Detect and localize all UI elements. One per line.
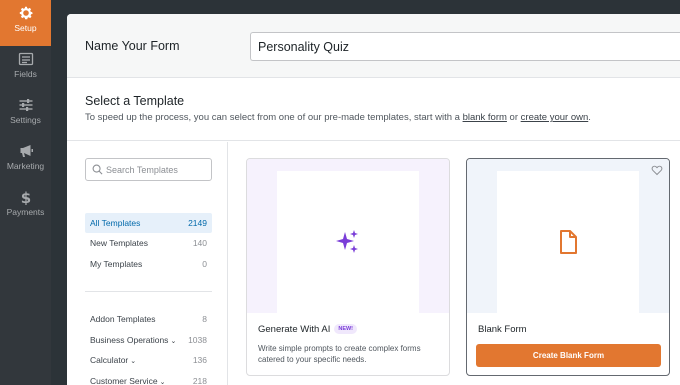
template-search[interactable] (85, 158, 212, 181)
card-title: Blank Form (478, 324, 527, 335)
search-icon (92, 164, 103, 175)
category-name: Addon Templates (90, 314, 156, 324)
new-badge: NEW! (334, 324, 358, 334)
sidebar-label: Settings (10, 115, 41, 125)
category-name: All Templates (90, 218, 141, 228)
fields-icon (0, 46, 51, 68)
category-divider (85, 291, 212, 292)
category-count: 136 (192, 355, 207, 365)
builder-sidebar: Setup Fields Settings Marketing $ Paymen… (0, 0, 51, 385)
card-preview (247, 159, 449, 313)
section-title: Select a Template (85, 94, 185, 108)
create-blank-form-button[interactable]: Create Blank Form (476, 344, 661, 367)
sparkles-icon (336, 230, 358, 253)
category-new-templates[interactable]: New Templates 140 (85, 233, 212, 253)
category-name: New Templates (90, 238, 148, 248)
category-calculator[interactable]: Calculator ⌄ 136 (85, 350, 212, 370)
sidebar-label: Setup (14, 23, 37, 33)
template-card-blank[interactable]: Blank Form Create Blank Form (466, 158, 670, 376)
category-count: 0 (202, 259, 207, 269)
category-count: 8 (202, 314, 207, 324)
heart-icon[interactable] (651, 164, 663, 176)
category-count: 140 (192, 238, 207, 248)
document-icon (560, 230, 577, 254)
category-name: Business Operations (90, 335, 169, 345)
chevron-down-icon: ⌄ (159, 379, 166, 385)
form-name-input[interactable] (250, 32, 680, 61)
category-count: 218 (192, 376, 207, 385)
card-title: Generate With AI NEW! (258, 324, 358, 335)
category-count: 2149 (188, 218, 207, 228)
create-your-own-link[interactable]: create your own (521, 112, 589, 123)
gear-icon (0, 0, 51, 22)
category-my-templates[interactable]: My Templates 0 (85, 254, 212, 274)
desc-text: or (506, 112, 521, 123)
category-addon-templates[interactable]: Addon Templates 8 (85, 309, 212, 329)
chevron-down-icon: ⌄ (170, 338, 177, 345)
sidebar-item-marketing[interactable]: Marketing (0, 138, 51, 184)
sidebar-label: Marketing (6, 161, 45, 171)
category-name: Customer Service (90, 376, 158, 385)
template-section-header: Select a Template To speed up the proces… (67, 79, 680, 141)
desc-text: . (588, 112, 591, 123)
card-title-text: Generate With AI (258, 324, 331, 335)
sliders-icon (0, 92, 51, 114)
section-description: To speed up the process, you can select … (85, 112, 591, 123)
setup-panel: Name Your Form Select a Template To spee… (67, 14, 680, 385)
search-input[interactable] (106, 161, 208, 178)
template-filters: All Templates 2149 New Templates 140 My … (67, 142, 228, 385)
template-card-ai[interactable]: Generate With AI NEW! Write simple prompt… (246, 158, 450, 376)
sidebar-item-payments[interactable]: $ Payments (0, 184, 51, 230)
category-business-operations[interactable]: Business Operations ⌄ 1038 (85, 330, 212, 350)
form-name-bar: Name Your Form (67, 14, 680, 78)
sidebar-item-fields[interactable]: Fields (0, 46, 51, 92)
svg-text:$: $ (20, 189, 30, 205)
form-name-label: Name Your Form (85, 39, 180, 53)
category-name: Calculator (90, 355, 129, 365)
card-description: Write simple prompts to create complex f… (258, 344, 421, 364)
sidebar-label: Payments (6, 207, 45, 217)
chevron-down-icon: ⌄ (130, 358, 137, 365)
sidebar-label: Fields (14, 69, 37, 79)
blank-form-link[interactable]: blank form (463, 112, 507, 123)
card-preview-page (277, 171, 419, 313)
category-name: My Templates (90, 259, 143, 269)
category-count: 1038 (188, 335, 207, 345)
megaphone-icon (0, 138, 51, 160)
sidebar-item-setup[interactable]: Setup (0, 0, 51, 46)
dollar-icon: $ (0, 184, 51, 207)
card-preview (467, 159, 669, 313)
category-customer-service[interactable]: Customer Service ⌄ 218 (85, 371, 212, 385)
card-preview-page (497, 171, 639, 313)
category-all-templates[interactable]: All Templates 2149 (85, 213, 212, 233)
desc-text: To speed up the process, you can select … (85, 112, 463, 123)
sidebar-item-settings[interactable]: Settings (0, 92, 51, 138)
